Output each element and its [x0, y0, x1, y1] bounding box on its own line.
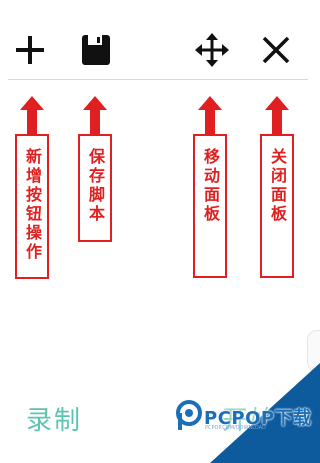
annotation-arrow-icon [198, 96, 222, 136]
annotation-label: 关闭面板 [268, 148, 287, 224]
floppy-disk-icon [82, 35, 110, 65]
close-panel-button[interactable] [256, 30, 296, 70]
annotation-label: 移动面板 [201, 148, 220, 224]
move-arrows-icon [195, 33, 229, 67]
close-icon [262, 36, 290, 64]
annotation-save-script: 保存脚本 [78, 134, 112, 242]
annotation-label: 保存脚本 [86, 148, 105, 224]
watermark-sub: PCPOP.COM/DOWNLOAD [205, 425, 266, 431]
annotation-arrow-icon [20, 96, 44, 136]
annotation-arrow-icon [265, 96, 289, 136]
move-panel-button[interactable] [192, 30, 232, 70]
toolbar-divider [8, 79, 308, 80]
add-button[interactable] [10, 30, 50, 70]
annotation-close-panel: 关闭面板 [260, 134, 294, 278]
floating-toolbar [0, 0, 320, 80]
annotation-move-panel: 移动面板 [193, 134, 227, 278]
plus-icon [16, 36, 44, 64]
record-button[interactable]: 录制 [26, 400, 82, 437]
annotation-label: 新增按钮操作 [23, 148, 42, 262]
save-script-button[interactable] [76, 30, 116, 70]
annotation-arrow-icon [83, 96, 107, 136]
annotation-add-button: 新增按钮操作 [15, 134, 49, 279]
pcpop-logo-icon [176, 400, 202, 430]
